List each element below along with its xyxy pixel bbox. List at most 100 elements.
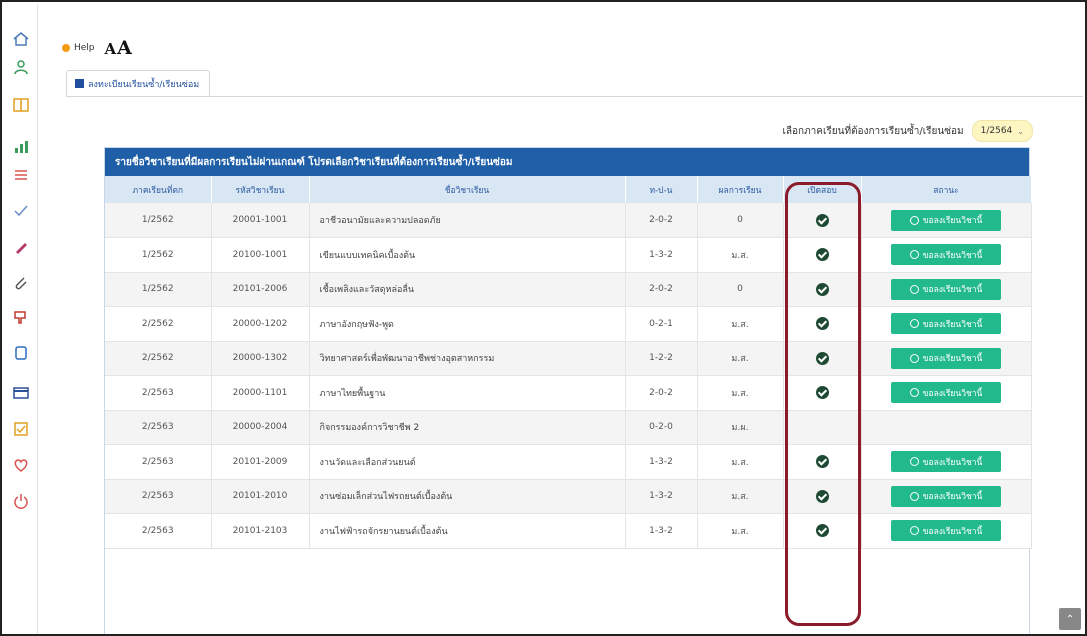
cell-status: ขอลงเรียนวิชานี้ — [861, 375, 1032, 411]
scroll-to-top-button[interactable]: ⌃ — [1059, 608, 1081, 630]
sidebar — [4, 4, 38, 634]
check-circle-icon — [815, 282, 829, 296]
paperclip-icon[interactable] — [12, 274, 30, 292]
cell-subject-name: งานไฟฟ้ารถจักรยานยนต์เบื้องต้น — [309, 513, 626, 549]
check-circle-icon — [815, 248, 829, 262]
heart-icon[interactable] — [12, 456, 30, 474]
col-tpn: ท-ป-น — [625, 176, 698, 203]
user-icon[interactable] — [12, 58, 30, 76]
checkbox-icon[interactable] — [12, 420, 30, 438]
cell-subject-code: 20000-1202 — [211, 306, 310, 342]
cell-exam-open — [783, 375, 862, 411]
card-icon[interactable] — [12, 384, 30, 402]
request-enroll-button[interactable]: ขอลงเรียนวิชานี้ — [891, 278, 1001, 300]
cell-subject-name: เชื้อเพลิงและวัสดุหล่อลื่น — [309, 272, 626, 307]
request-enroll-button[interactable]: ขอลงเรียนวิชานี้ — [891, 451, 1001, 473]
cell-grade: ม.ส. — [697, 306, 784, 342]
cell-status: ขอลงเรียนวิชานี้ — [861, 479, 1032, 514]
cell-failed-term: 2/2562 — [105, 306, 212, 342]
cell-subject-code: 20000-1101 — [211, 375, 310, 411]
clock-icon — [909, 457, 919, 467]
power-icon[interactable] — [12, 492, 30, 510]
cell-failed-term: 2/2562 — [105, 341, 212, 376]
request-enroll-button[interactable]: ขอลงเรียนวิชานี้ — [891, 244, 1001, 266]
request-enroll-button[interactable]: ขอลงเรียนวิชานี้ — [891, 485, 1001, 507]
check-circle-icon — [815, 213, 829, 227]
cell-status: ขอลงเรียนวิชานี้ — [861, 444, 1032, 480]
request-enroll-button[interactable]: ขอลงเรียนวิชานี้ — [891, 209, 1001, 231]
request-enroll-button[interactable]: ขอลงเรียนวิชานี้ — [891, 347, 1001, 369]
cell-tpn: 0-2-0 — [625, 410, 698, 445]
table-row: 2/2562 20000-1302 วิทยาศาสตร์เพื่อพัฒนาอาช… — [105, 341, 1032, 376]
cell-exam-open — [783, 203, 862, 238]
failed-subjects-panel: รายชื่อวิชาเรียนที่มีผลการเรียนไม่ผ่านเก… — [104, 147, 1032, 634]
check-icon[interactable] — [12, 202, 30, 220]
cell-tpn: 1-3-2 — [625, 513, 698, 549]
cell-exam-open — [783, 306, 862, 342]
cell-failed-term: 1/2562 — [105, 203, 212, 238]
tab-repeat-registration[interactable]: ลงทะเบียนเรียนซ้ำ/เรียนซ่อม — [66, 70, 211, 96]
cell-status: ขอลงเรียนวิชานี้ — [861, 306, 1032, 342]
cell-subject-name: งานวัดและเลือกส่วนยนต์ — [309, 444, 626, 480]
clock-icon — [909, 215, 919, 225]
cell-grade: ม.ส. — [697, 375, 784, 411]
table-row: 2/2563 20000-2004 กิจกรรมองค์การวิชาชีพ 20… — [105, 410, 1032, 445]
cell-exam-open — [783, 410, 862, 445]
pencil-icon[interactable] — [12, 238, 30, 256]
cell-tpn: 1-3-2 — [625, 479, 698, 514]
table-row: 2/2562 20000-1202 ภาษาอังกฤษฟัง-พูด 0-2-1 ม.… — [105, 306, 1032, 342]
chevron-up-icon: ⌃ — [1065, 613, 1075, 625]
tag-icon[interactable] — [12, 308, 30, 326]
clock-icon — [909, 250, 919, 260]
term-select[interactable]: 1/2564 ⌄ — [971, 120, 1033, 142]
home-icon[interactable] — [12, 30, 30, 48]
clock-icon — [909, 388, 919, 398]
cell-status: ขอลงเรียนวิชานี้ — [861, 341, 1032, 376]
request-enroll-label: ขอลงเรียนวิชานี้ — [922, 457, 983, 468]
cell-failed-term: 2/2563 — [105, 479, 212, 514]
table-row: 2/2563 20101-2009 งานวัดและเลือกส่วนยนต์ 1-… — [105, 444, 1032, 480]
book-icon[interactable] — [12, 96, 30, 114]
tab-divider — [66, 96, 1083, 97]
request-enroll-button[interactable]: ขอลงเรียนวิชานี้ — [891, 520, 1001, 542]
cell-exam-open — [783, 272, 862, 307]
cell-failed-term: 2/2563 — [105, 444, 212, 480]
chart-icon[interactable] — [12, 138, 30, 156]
request-enroll-button[interactable]: ขอลงเรียนวิชานี้ — [891, 382, 1001, 404]
check-circle-icon — [815, 455, 829, 469]
cell-subject-code: 20101-2006 — [211, 272, 310, 307]
cell-tpn: 1-2-2 — [625, 341, 698, 376]
cell-grade: ม.ส. — [697, 341, 784, 376]
cell-grade: 0 — [697, 272, 784, 307]
col-status: สถานะ — [861, 176, 1032, 203]
font-size-toggle[interactable]: A A — [105, 37, 132, 59]
table-row: 2/2563 20101-2103 งานไฟฟ้ารถจักรยานยนต์เบื… — [105, 513, 1032, 549]
clock-icon — [909, 526, 919, 536]
chevron-down-icon: ⌄ — [1017, 126, 1024, 136]
cell-grade: ม.ส. — [697, 444, 784, 480]
col-exam-open: เปิดสอบ — [783, 176, 862, 203]
clock-icon — [909, 353, 919, 363]
check-circle-icon — [815, 386, 829, 400]
cell-grade: ม.ส. — [697, 513, 784, 549]
font-small-button[interactable]: A — [105, 40, 117, 58]
cell-status: ขอลงเรียนวิชานี้ — [861, 272, 1032, 307]
term-select-value: 1/2564 — [980, 126, 1013, 136]
help-icon[interactable] — [62, 44, 70, 52]
cell-exam-open — [783, 341, 862, 376]
cell-grade: ม.ส. — [697, 479, 784, 514]
request-enroll-label: ขอลงเรียนวิชานี้ — [922, 250, 983, 261]
font-large-button[interactable]: A — [117, 37, 132, 59]
help-link[interactable]: Help — [74, 43, 95, 53]
term-selector-row: เลือกภาคเรียนที่ต้องการเรียนซ้ำ/เรียนซ่อ… — [782, 120, 1033, 142]
cell-status — [861, 410, 1032, 445]
cell-subject-code: 20000-2004 — [211, 410, 310, 445]
request-enroll-button[interactable]: ขอลงเรียนวิชานี้ — [891, 313, 1001, 335]
cell-grade: ม.ผ. — [697, 410, 784, 445]
copy-icon[interactable] — [12, 344, 30, 362]
table-row: 2/2563 20101-2010 งานซ่อมเล็กส่วนไฟรถยนต์เ… — [105, 479, 1032, 514]
list-icon[interactable] — [12, 166, 30, 184]
request-enroll-label: ขอลงเรียนวิชานี้ — [922, 388, 983, 399]
cell-subject-name: อาชีวอนามัยและความปลอดภัย — [309, 203, 626, 238]
check-circle-icon — [815, 317, 829, 331]
